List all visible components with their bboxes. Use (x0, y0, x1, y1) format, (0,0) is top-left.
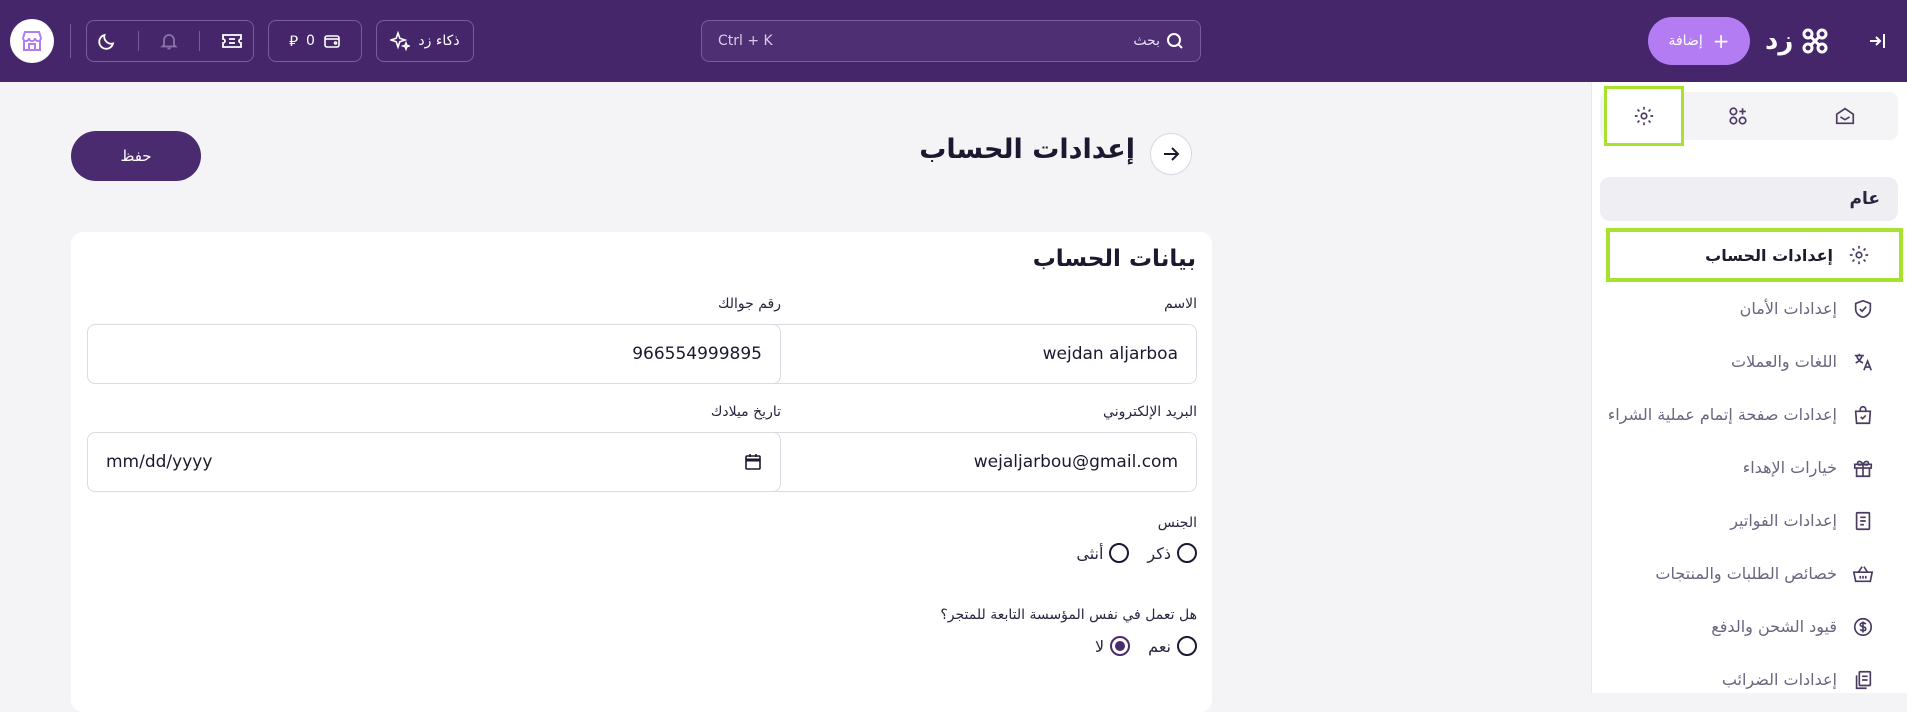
section-title: بيانات الحساب (1032, 246, 1196, 272)
search-shortcut: Ctrl + K (718, 33, 773, 49)
sidebar-item-security[interactable]: إعدادات الأمان (1591, 282, 1907, 335)
top-bar: زد إضافة + Ctrl + K بحث ذكاء زد ⃁ 0 (0, 0, 1907, 82)
same-org-label: هل تعمل في نفس المؤسسة التابعة للمتجر؟ (940, 607, 1197, 623)
utility-group (86, 20, 254, 62)
collapse-sidebar-icon[interactable] (1862, 26, 1892, 56)
tab-home[interactable] (1791, 92, 1898, 140)
page-title: إعدادات الحساب (919, 134, 1135, 165)
sidebar-item-label: إعدادات الفواتير (1730, 511, 1837, 530)
zid-ai-button[interactable]: ذكاء زد (376, 20, 474, 62)
moon-icon[interactable] (97, 31, 117, 51)
account-data-card: بيانات الحساب الاسم wejdan aljarboa رقم … (71, 232, 1212, 712)
radio-circle-checked (1110, 636, 1131, 656)
same-org-no-label: لا (1095, 636, 1105, 656)
sidebar-item-languages[interactable]: اللغات والعملات (1591, 335, 1907, 388)
sidebar-item-label: إعدادات صفحة إتمام عملية الشراء (1607, 405, 1837, 424)
arrow-right-icon (1164, 147, 1180, 161)
sidebar-tabs (1600, 86, 1898, 146)
save-button[interactable]: حفظ (71, 131, 201, 181)
gear-icon (1634, 106, 1654, 126)
wallet-balance: 0 (306, 33, 315, 49)
invoice-icon (1851, 509, 1875, 533)
sidebar-item-label: قيود الشحن والدفع (1711, 617, 1837, 636)
divider (199, 31, 201, 51)
sidebar-item-label: خصائص الطلبات والمنتجات (1655, 564, 1837, 583)
zid-ai-label: ذكاء زد (418, 33, 460, 49)
radio-circle (1109, 543, 1130, 563)
radio-circle (1177, 636, 1197, 656)
sidebar-item-shipping-payment-restrictions[interactable]: قيود الشحن والدفع (1591, 600, 1907, 653)
same-org-no-radio[interactable]: لا (1095, 636, 1131, 656)
apps-add-icon (1728, 107, 1747, 125)
translate-icon (1851, 350, 1875, 374)
logo-text: زد (1765, 26, 1794, 56)
birthdate-label: تاريخ ميلادك (710, 404, 781, 420)
tax-docs-icon (1851, 668, 1875, 692)
gender-label: الجنس (1157, 515, 1197, 531)
currency-icon: ⃁ (289, 31, 298, 50)
main-content: إعدادات الحساب حفظ بيانات الحساب الاسم w… (0, 82, 1591, 712)
sidebar-item-label: خيارات الإهداء (1742, 458, 1837, 477)
sidebar-item-label: إعدادات الأمان (1739, 299, 1837, 318)
ticket-icon[interactable] (221, 31, 243, 51)
calendar-icon[interactable] (744, 453, 762, 471)
same-org-yes-label: نعم (1148, 636, 1171, 656)
same-org-yes-radio[interactable]: نعم (1148, 636, 1197, 656)
sidebar-item-checkout[interactable]: إعدادات صفحة إتمام عملية الشراء (1591, 388, 1907, 441)
dollar-circle-icon (1851, 615, 1875, 639)
phone-label: رقم جوالك (717, 296, 781, 312)
zid-mark-icon (1802, 28, 1828, 54)
sidebar-item-account-settings[interactable]: إعدادات الحساب (1606, 228, 1903, 282)
gear-icon (1847, 243, 1871, 267)
shield-check-icon (1851, 297, 1875, 321)
zid-logo[interactable]: زد (1765, 22, 1831, 60)
home-icon (1835, 107, 1854, 125)
sidebar-item-label: إعدادات الحساب (1705, 245, 1833, 265)
gender-radio-group: ذكر أنثى (1076, 543, 1197, 563)
store-avatar[interactable] (10, 19, 54, 63)
plus-icon: + (1712, 29, 1730, 53)
birthdate-field-group: تاريخ ميلادك mm/dd/yyyy (87, 404, 781, 492)
search-input[interactable]: Ctrl + K بحث (701, 20, 1201, 62)
back-button[interactable] (1150, 133, 1192, 175)
sidebar-nav: إعدادات الحساب إعدادات الأمان اللغات وال… (1591, 228, 1907, 706)
sidebar-item-gifting[interactable]: خيارات الإهداء (1591, 441, 1907, 494)
birthdate-input[interactable]: mm/dd/yyyy (87, 432, 781, 492)
basket-icon (1851, 562, 1875, 586)
add-button-label: إضافة (1668, 33, 1703, 49)
tab-settings[interactable] (1604, 86, 1684, 146)
sidebar-item-order-product-attributes[interactable]: خصائص الطلبات والمنتجات (1591, 547, 1907, 600)
wallet-button[interactable]: ⃁ 0 (268, 20, 362, 62)
tab-apps[interactable] (1684, 92, 1791, 140)
sidebar-item-invoices[interactable]: إعدادات الفواتير (1591, 494, 1907, 547)
gender-female-radio[interactable]: أنثى (1076, 543, 1130, 563)
topbar-divider (70, 24, 71, 58)
sidebar-item-label: اللغات والعملات (1731, 352, 1837, 371)
divider (137, 31, 139, 51)
search-placeholder: بحث (1133, 33, 1160, 49)
shopping-bag-icon (1851, 403, 1875, 427)
gender-female-label: أنثى (1076, 543, 1104, 563)
sidebar-item-label: إعدادات الضرائب (1721, 670, 1837, 689)
store-icon (22, 31, 42, 51)
bell-icon[interactable] (159, 31, 179, 51)
sparkle-icon (390, 31, 411, 51)
sidebar-section-general[interactable]: عام (1600, 177, 1898, 221)
add-button[interactable]: إضافة + (1648, 17, 1750, 65)
phone-field-group: رقم جوالك 966554999895 (87, 296, 781, 384)
sidebar-item-taxes[interactable]: إعدادات الضرائب (1591, 653, 1907, 706)
birthdate-placeholder: mm/dd/yyyy (106, 452, 213, 472)
same-org-radio-group: نعم لا (1095, 636, 1197, 656)
gift-icon (1851, 456, 1875, 480)
search-icon (1167, 33, 1183, 49)
gender-male-radio[interactable]: ذكر (1147, 543, 1197, 563)
phone-input[interactable]: 966554999895 (87, 324, 781, 384)
wallet-icon (324, 35, 340, 48)
radio-circle (1177, 543, 1197, 563)
gender-male-label: ذكر (1147, 543, 1171, 563)
settings-sidebar: عام إعدادات الحساب إعدادات الأمان اللغات… (1591, 82, 1907, 693)
